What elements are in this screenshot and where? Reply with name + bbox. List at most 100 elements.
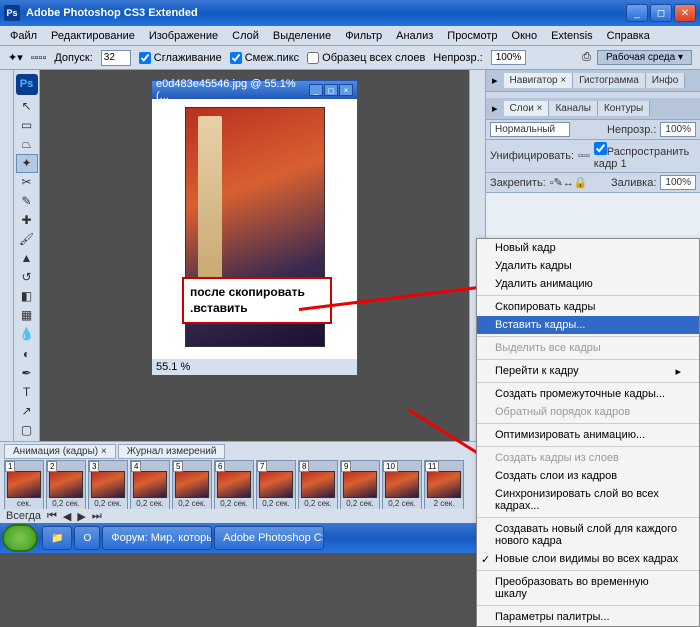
cm-optimize[interactable]: Оптимизировать анимацию... — [477, 426, 699, 444]
blur-tool[interactable]: 💧 — [16, 325, 38, 344]
menu-extensis[interactable]: Extensis — [545, 28, 599, 44]
menu-help[interactable]: Справка — [601, 28, 656, 44]
expand-icon-2[interactable]: ▸ — [486, 102, 504, 115]
tolerance-input[interactable] — [101, 50, 131, 66]
cm-new-frame[interactable]: Новый кадр — [477, 239, 699, 257]
cm-copy-frames[interactable]: Скопировать кадры — [477, 298, 699, 316]
cm-convert-timeline[interactable]: Преобразовать во временную шкалу — [477, 573, 699, 603]
frame-1[interactable]: 1сек. — [4, 460, 44, 509]
maximize-button[interactable]: ◻ — [650, 4, 672, 22]
frame-4[interactable]: 40,2 сек. — [130, 460, 170, 509]
brush-tool[interactable]: 🖌 — [16, 230, 38, 249]
cm-select-all[interactable]: Выделить все кадры — [477, 339, 699, 357]
menu-view[interactable]: Просмотр — [441, 28, 503, 44]
menu-layer[interactable]: Слой — [226, 28, 265, 44]
type-tool[interactable]: T — [16, 382, 38, 401]
canvas-area: e0d483e45546.jpg @ 55.1% (... _ ◻ × посл… — [40, 70, 469, 441]
document-titlebar[interactable]: e0d483e45546.jpg @ 55.1% (... _ ◻ × — [152, 81, 357, 99]
next-icon[interactable]: ⏭ — [92, 510, 102, 523]
path-tool[interactable]: ↗ — [16, 401, 38, 420]
task-explorer[interactable]: 📁 — [42, 526, 72, 550]
document-body[interactable]: после скопировать .вставить — [152, 99, 357, 359]
wand-tool[interactable]: ✦ — [16, 154, 38, 173]
close-button[interactable]: ✕ — [674, 4, 696, 22]
tab-info[interactable]: Инфо — [646, 73, 686, 88]
healing-tool[interactable]: ✚ — [16, 211, 38, 230]
gradient-tool[interactable]: ▦ — [16, 306, 38, 325]
opacity-value[interactable]: 100% — [491, 50, 527, 65]
doc-max[interactable]: ◻ — [324, 84, 338, 96]
frame-5[interactable]: 50,2 сек. — [172, 460, 212, 509]
fill-value[interactable]: 100% — [660, 175, 696, 190]
workspace-button[interactable]: Рабочая среда ▾ — [597, 50, 692, 65]
history-brush-tool[interactable]: ↺ — [16, 268, 38, 287]
rewind-icon[interactable]: ⏮ — [47, 510, 57, 523]
doc-min[interactable]: _ — [309, 84, 323, 96]
propagate-check[interactable]: Распространить кадр 1 — [594, 142, 696, 170]
crop-tool[interactable]: ✂ — [16, 173, 38, 192]
cm-tween[interactable]: Создать промежуточные кадры... — [477, 385, 699, 403]
cm-goto-frame[interactable]: Перейти к кадру — [477, 362, 699, 380]
tab-channels[interactable]: Каналы — [549, 101, 598, 116]
loop-select[interactable]: Всегда — [6, 510, 41, 522]
antialias-check[interactable]: Сглаживание — [139, 52, 222, 64]
menu-edit[interactable]: Редактирование — [45, 28, 141, 44]
task-opera[interactable]: O — [74, 526, 100, 550]
cm-paste-frames[interactable]: Вставить кадры... — [477, 316, 699, 334]
minimize-button[interactable]: _ — [626, 4, 648, 22]
frame-3[interactable]: 30,2 сек. — [88, 460, 128, 509]
tab-navigator[interactable]: Навигатор × — [504, 73, 574, 88]
prev-icon[interactable]: ◀ — [63, 510, 71, 523]
menu-analysis[interactable]: Анализ — [390, 28, 439, 44]
frame-11[interactable]: 112 сек. — [424, 460, 464, 509]
cm-new-layers-visible[interactable]: Новые слои видимы во всех кадрах — [477, 550, 699, 568]
doc-close[interactable]: × — [339, 84, 353, 96]
menu-window[interactable]: Окно — [506, 28, 544, 44]
contiguous-check[interactable]: Смеж.пикс — [230, 52, 299, 64]
menu-filter[interactable]: Фильтр — [339, 28, 388, 44]
tab-animation[interactable]: Анимация (кадры) × — [4, 444, 116, 459]
app-icon: Ps — [4, 5, 20, 21]
expand-icon[interactable]: ▸ — [486, 74, 504, 87]
frame-6[interactable]: 60,2 сек. — [214, 460, 254, 509]
cm-sync-layer[interactable]: Синхронизировать слой во всех кадрах... — [477, 485, 699, 515]
task-photoshop[interactable]: Adobe Photoshop CS... — [214, 526, 324, 550]
lasso-tool[interactable]: ⏢ — [16, 135, 38, 154]
menu-file[interactable]: Файл — [4, 28, 43, 44]
cm-delete-animation[interactable]: Удалить анимацию — [477, 275, 699, 293]
tab-histogram[interactable]: Гистограмма — [573, 73, 646, 88]
task-forum[interactable]: Форум: Мир, которы... — [102, 526, 212, 550]
move-tool[interactable]: ↖ — [16, 97, 38, 116]
menu-select[interactable]: Выделение — [267, 28, 337, 44]
layer-opacity[interactable]: 100% — [660, 122, 696, 137]
tab-paths[interactable]: Контуры — [598, 101, 650, 116]
pen-tool[interactable]: ✒ — [16, 363, 38, 382]
blend-mode[interactable]: Нормальный — [490, 122, 570, 137]
cm-reverse[interactable]: Обратный порядок кадров — [477, 403, 699, 421]
frame-7[interactable]: 70,2 сек. — [256, 460, 296, 509]
shape-tool[interactable]: ▢ — [16, 420, 38, 439]
play-icon[interactable]: ▶ — [77, 510, 85, 523]
tab-measurement[interactable]: Журнал измерений — [118, 444, 226, 459]
cm-delete-frames[interactable]: Удалить кадры — [477, 257, 699, 275]
menu-image[interactable]: Изображение — [143, 28, 224, 44]
tab-layers[interactable]: Слои × — [504, 101, 550, 116]
frame-10[interactable]: 100,2 сек. — [382, 460, 422, 509]
eyedropper-tool[interactable]: ✎ — [16, 192, 38, 211]
lock-icons[interactable]: ▫✎↔🔒 — [550, 176, 588, 189]
start-button[interactable] — [2, 524, 38, 552]
frame-2[interactable]: 20,2 сек. — [46, 460, 86, 509]
frame-9[interactable]: 90,2 сек. — [340, 460, 380, 509]
cm-palette-options[interactable]: Параметры палитры... — [477, 608, 699, 626]
marquee-tool[interactable]: ▭ — [16, 116, 38, 135]
frame-8[interactable]: 80,2 сек. — [298, 460, 338, 509]
unify-icons[interactable]: ▫▫▫ — [578, 150, 590, 162]
zoom-value[interactable]: 55.1 % — [156, 361, 190, 373]
gear-icon[interactable]: ⎙ — [582, 51, 591, 64]
stamp-tool[interactable]: ▲ — [16, 249, 38, 268]
cm-make-frames[interactable]: Создать кадры из слоев — [477, 449, 699, 467]
all-layers-check[interactable]: Образец всех слоев — [307, 52, 425, 64]
dodge-tool[interactable]: ◐ — [16, 344, 38, 363]
cm-flatten-frames[interactable]: Создать слои из кадров — [477, 467, 699, 485]
eraser-tool[interactable]: ◧ — [16, 287, 38, 306]
